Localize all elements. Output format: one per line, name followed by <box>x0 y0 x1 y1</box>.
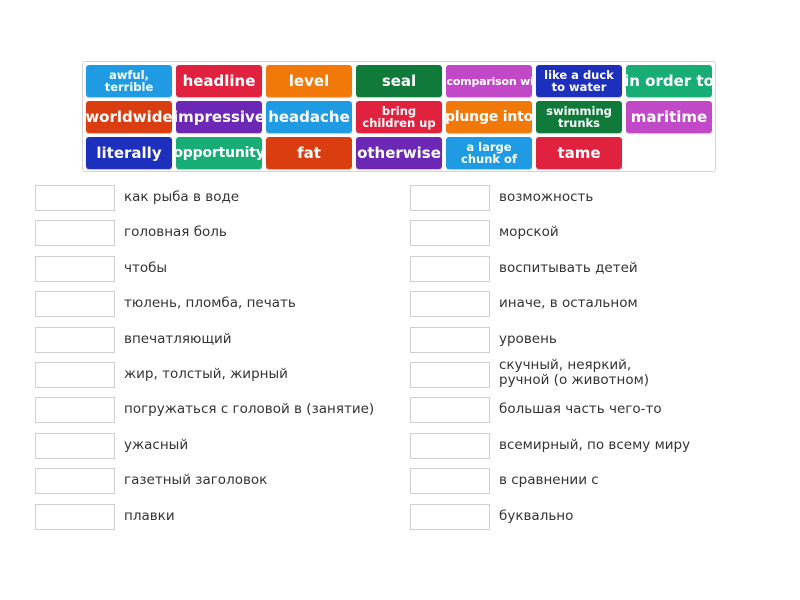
answer-tile[interactable]: like a duck to water <box>536 65 622 97</box>
match-label: чтобы <box>124 259 168 276</box>
answer-tile[interactable]: literally <box>86 137 172 169</box>
match-label: иначе, в остальном <box>499 295 638 312</box>
match-label: возможность <box>499 189 594 205</box>
match-label: плавки <box>124 507 175 524</box>
answer-tile[interactable]: maritime <box>626 101 712 133</box>
match-label: воспитывать детей <box>499 259 638 276</box>
drop-slot[interactable] <box>35 503 115 530</box>
drop-slot[interactable] <box>410 291 490 318</box>
drop-slot[interactable] <box>410 220 490 247</box>
answer-tile[interactable]: swimming trunks <box>536 101 622 133</box>
match-label: буквально <box>499 507 574 524</box>
drop-slot[interactable] <box>410 397 490 424</box>
answer-tile[interactable]: tame <box>536 137 622 169</box>
match-label: тюлень, пломба, печать <box>124 295 296 312</box>
answer-tile[interactable]: headline <box>176 65 262 97</box>
drop-slot[interactable] <box>35 326 115 353</box>
drop-slot[interactable] <box>35 362 115 388</box>
match-label: впечатляющий <box>124 330 232 347</box>
drop-slot[interactable] <box>35 432 115 459</box>
drop-slot[interactable] <box>410 468 490 495</box>
drop-slot[interactable] <box>410 185 490 211</box>
match-label: погружаться с головой в (занятие) <box>124 401 375 418</box>
match-label: ужасный <box>124 436 189 453</box>
drop-slot[interactable] <box>35 185 115 211</box>
drop-slot[interactable] <box>410 255 490 282</box>
drop-slot[interactable] <box>35 397 115 424</box>
answer-tile[interactable]: level <box>266 65 352 97</box>
drop-slot[interactable] <box>410 503 490 530</box>
answer-tile[interactable]: fat <box>266 137 352 169</box>
match-label: всемирный, по всему миру <box>499 436 691 453</box>
drop-slot[interactable] <box>35 220 115 247</box>
drop-slot[interactable] <box>410 326 490 353</box>
match-label: большая часть чего-то <box>499 401 662 418</box>
answer-tile[interactable]: plunge into <box>446 101 532 133</box>
drop-slot[interactable] <box>410 362 490 388</box>
match-label: морской <box>499 224 559 241</box>
match-label: в сравнении с <box>499 472 599 489</box>
answer-tile[interactable]: awful, terrible <box>86 65 172 97</box>
match-label: газетный заголовок <box>124 472 268 489</box>
answer-tile[interactable]: worldwide <box>86 101 172 133</box>
answer-tile[interactable]: opportunity <box>176 137 262 169</box>
answer-tile[interactable]: a large chunk of <box>446 137 532 169</box>
drop-slot[interactable] <box>35 291 115 318</box>
answer-tile[interactable]: bring children up <box>356 101 442 133</box>
match-label: скучный, неяркий, ручной (о животном) <box>499 357 650 388</box>
drop-slot[interactable] <box>35 255 115 282</box>
match-label: уровень <box>499 330 557 347</box>
answer-tile[interactable]: otherwise <box>356 137 442 169</box>
drop-slot[interactable] <box>410 432 490 459</box>
answer-tile[interactable]: seal <box>356 65 442 97</box>
match-label: жир, толстый, жирный <box>124 366 288 382</box>
drop-slot[interactable] <box>35 468 115 495</box>
answer-tile[interactable]: impressive <box>176 101 262 133</box>
match-label: головная боль <box>124 224 227 241</box>
answer-tile[interactable]: headache <box>266 101 352 133</box>
match-label: как рыба в воде <box>124 189 240 205</box>
answer-tile[interactable]: in order to <box>626 65 712 97</box>
answer-tile[interactable]: in comparison with <box>446 65 532 97</box>
